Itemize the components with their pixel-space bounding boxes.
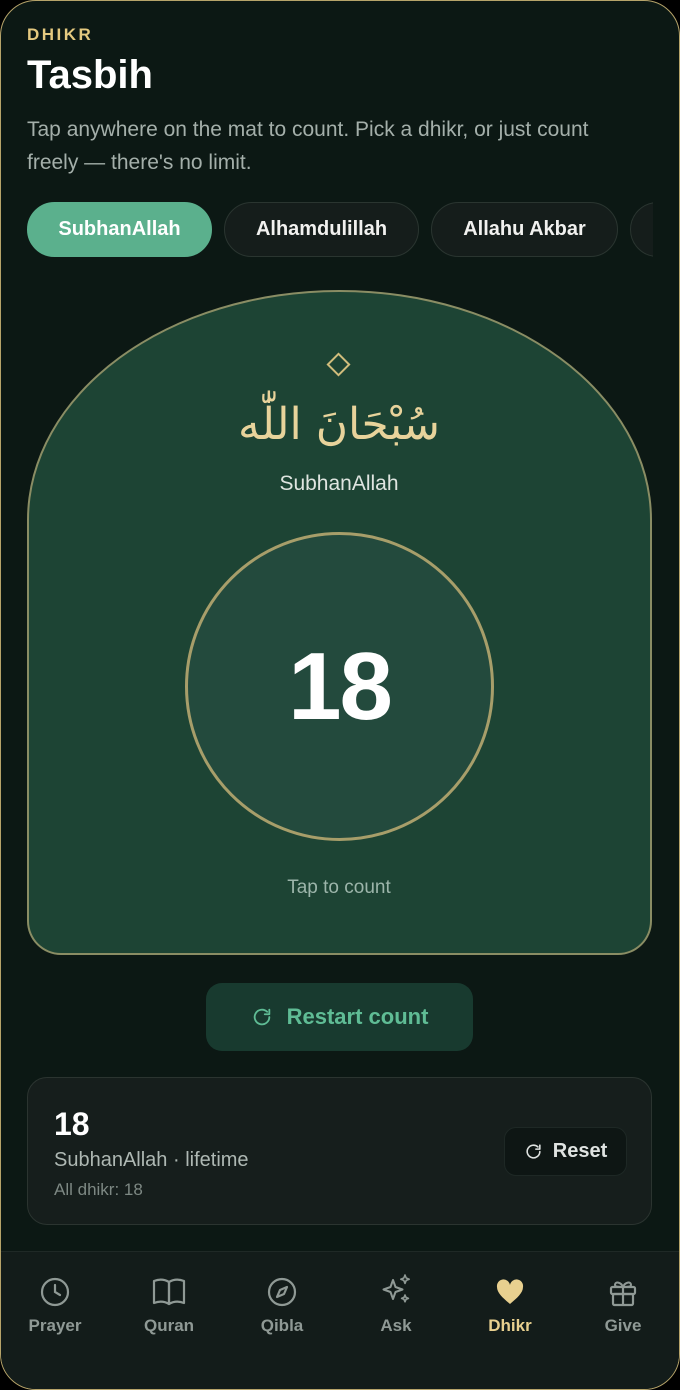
lifetime-stats-card: 18 SubhanAllah · lifetime All dhikr: 18 … xyxy=(27,1077,652,1225)
all-dhikr-total: All dhikr: 18 xyxy=(54,1180,143,1199)
chip-more[interactable] xyxy=(630,202,653,257)
lifetime-label: SubhanAllah · lifetime xyxy=(54,1149,249,1171)
tab-qibla-label: Qibla xyxy=(260,1316,304,1335)
tab-prayer[interactable]: Prayer xyxy=(1,1276,110,1336)
chip-alhamdulillah[interactable]: Alhamdulillah xyxy=(224,202,419,257)
page-subtitle: Tap anywhere on the mat to count. Pick a… xyxy=(27,118,589,174)
restart-count-label: Restart count xyxy=(286,1004,429,1029)
chip-subhanallah[interactable]: SubhanAllah xyxy=(27,202,212,257)
tab-qibla[interactable]: Qibla xyxy=(227,1276,337,1336)
compass-icon xyxy=(267,1277,297,1307)
counter-ring[interactable]: 18 xyxy=(185,532,494,841)
dhikr-chip-row: SubhanAllah Alhamdulillah Allahu Akbar xyxy=(27,202,653,259)
book-icon xyxy=(152,1278,186,1306)
clock-icon xyxy=(40,1277,70,1307)
tab-prayer-label: Prayer xyxy=(28,1316,82,1335)
reset-label: Reset xyxy=(552,1140,608,1162)
reset-button[interactable]: Reset xyxy=(504,1127,627,1176)
gift-icon xyxy=(609,1281,637,1307)
lifetime-count: 18 xyxy=(54,1106,90,1142)
dhikr-transliteration: SubhanAllah xyxy=(279,472,399,495)
tab-give-label: Give xyxy=(604,1316,642,1335)
refresh-icon xyxy=(253,1008,270,1026)
heart-icon xyxy=(496,1279,524,1304)
tab-ask[interactable]: Ask xyxy=(341,1274,451,1336)
bottom-tab-bar: Prayer Quran Qibla Ask Dhikr Give xyxy=(1,1251,679,1389)
restart-count-button[interactable]: Restart count xyxy=(206,983,473,1051)
tap-hint: Tap to count xyxy=(287,877,391,898)
tab-quran-label: Quran xyxy=(143,1316,195,1335)
page-title: Tasbih xyxy=(27,53,153,97)
dhikr-arabic: سُبْحَانَ اللّٰه xyxy=(237,399,441,450)
tab-ask-label: Ask xyxy=(380,1316,412,1335)
chip-allahu-akbar[interactable]: Allahu Akbar xyxy=(431,202,618,257)
counter-value: 18 xyxy=(288,632,393,740)
tab-dhikr-label: Dhikr xyxy=(488,1316,532,1335)
app-screen: DHIKR Tasbih Tap anywhere on the mat to … xyxy=(0,0,680,1390)
tab-dhikr[interactable]: Dhikr xyxy=(455,1276,565,1336)
section-eyebrow: DHIKR xyxy=(27,25,94,44)
refresh-icon xyxy=(526,1144,541,1159)
tab-give[interactable]: Give xyxy=(568,1276,678,1336)
sparkles-icon xyxy=(382,1274,410,1303)
tab-quran[interactable]: Quran xyxy=(114,1276,224,1336)
